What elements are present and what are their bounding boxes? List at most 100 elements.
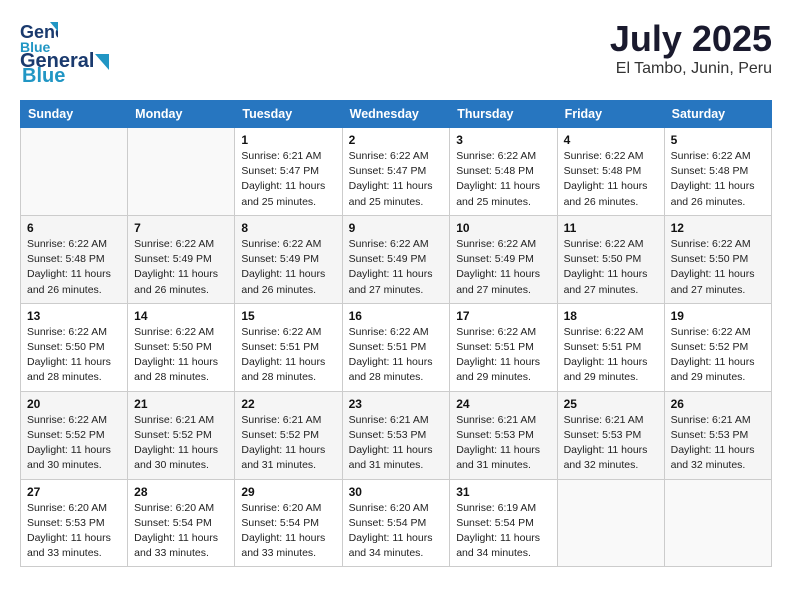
day-number: 26: [671, 397, 765, 411]
calendar-cell: 8 Sunrise: 6:22 AMSunset: 5:49 PMDayligh…: [235, 215, 342, 303]
day-info: Sunrise: 6:22 AMSunset: 5:52 PMDaylight:…: [27, 414, 111, 472]
day-info: Sunrise: 6:22 AMSunset: 5:49 PMDaylight:…: [349, 238, 433, 296]
col-sunday: Sunday: [21, 101, 128, 128]
day-info: Sunrise: 6:21 AMSunset: 5:52 PMDaylight:…: [241, 414, 325, 472]
col-monday: Monday: [128, 101, 235, 128]
page-subtitle: El Tambo, Junin, Peru: [610, 60, 772, 78]
day-number: 28: [134, 485, 228, 499]
day-number: 25: [564, 397, 658, 411]
calendar-cell: 20 Sunrise: 6:22 AMSunset: 5:52 PMDaylig…: [21, 391, 128, 479]
day-number: 2: [349, 133, 444, 147]
calendar-cell: 24 Sunrise: 6:21 AMSunset: 5:53 PMDaylig…: [450, 391, 557, 479]
calendar-cell: 28 Sunrise: 6:20 AMSunset: 5:54 PMDaylig…: [128, 479, 235, 567]
day-info: Sunrise: 6:21 AMSunset: 5:47 PMDaylight:…: [241, 150, 325, 208]
day-info: Sunrise: 6:22 AMSunset: 5:49 PMDaylight:…: [134, 238, 218, 296]
calendar-cell: 17 Sunrise: 6:22 AMSunset: 5:51 PMDaylig…: [450, 303, 557, 391]
calendar-cell: 2 Sunrise: 6:22 AMSunset: 5:47 PMDayligh…: [342, 128, 450, 216]
day-number: 14: [134, 309, 228, 323]
calendar-cell: 27 Sunrise: 6:20 AMSunset: 5:53 PMDaylig…: [21, 479, 128, 567]
day-info: Sunrise: 6:21 AMSunset: 5:53 PMDaylight:…: [456, 414, 540, 472]
day-info: Sunrise: 6:22 AMSunset: 5:51 PMDaylight:…: [349, 326, 433, 384]
day-number: 31: [456, 485, 550, 499]
calendar-cell: 19 Sunrise: 6:22 AMSunset: 5:52 PMDaylig…: [664, 303, 771, 391]
calendar-table: Sunday Monday Tuesday Wednesday Thursday…: [20, 100, 772, 567]
calendar-cell: [128, 128, 235, 216]
calendar-cell: 29 Sunrise: 6:20 AMSunset: 5:54 PMDaylig…: [235, 479, 342, 567]
day-info: Sunrise: 6:21 AMSunset: 5:52 PMDaylight:…: [134, 414, 218, 472]
day-info: Sunrise: 6:20 AMSunset: 5:54 PMDaylight:…: [134, 502, 218, 560]
calendar-header-row: Sunday Monday Tuesday Wednesday Thursday…: [21, 101, 772, 128]
day-number: 16: [349, 309, 444, 323]
logo-triangle-icon: [95, 54, 109, 70]
day-number: 6: [27, 221, 121, 235]
day-number: 13: [27, 309, 121, 323]
calendar-cell: 25 Sunrise: 6:21 AMSunset: 5:53 PMDaylig…: [557, 391, 664, 479]
calendar-week-row: 20 Sunrise: 6:22 AMSunset: 5:52 PMDaylig…: [21, 391, 772, 479]
page: General Blue General Blue July 2025 El T…: [0, 0, 792, 612]
day-number: 29: [241, 485, 335, 499]
day-info: Sunrise: 6:20 AMSunset: 5:54 PMDaylight:…: [349, 502, 433, 560]
calendar-cell: 22 Sunrise: 6:21 AMSunset: 5:52 PMDaylig…: [235, 391, 342, 479]
day-info: Sunrise: 6:22 AMSunset: 5:49 PMDaylight:…: [456, 238, 540, 296]
day-info: Sunrise: 6:22 AMSunset: 5:48 PMDaylight:…: [671, 150, 755, 208]
calendar-cell: [557, 479, 664, 567]
calendar-cell: 6 Sunrise: 6:22 AMSunset: 5:48 PMDayligh…: [21, 215, 128, 303]
day-info: Sunrise: 6:21 AMSunset: 5:53 PMDaylight:…: [564, 414, 648, 472]
logo: General Blue General Blue: [20, 18, 110, 88]
day-number: 12: [671, 221, 765, 235]
calendar-cell: 4 Sunrise: 6:22 AMSunset: 5:48 PMDayligh…: [557, 128, 664, 216]
title-block: July 2025 El Tambo, Junin, Peru: [610, 18, 772, 78]
col-friday: Friday: [557, 101, 664, 128]
day-info: Sunrise: 6:22 AMSunset: 5:49 PMDaylight:…: [241, 238, 325, 296]
day-info: Sunrise: 6:22 AMSunset: 5:51 PMDaylight:…: [241, 326, 325, 384]
day-number: 27: [27, 485, 121, 499]
col-saturday: Saturday: [664, 101, 771, 128]
day-number: 19: [671, 309, 765, 323]
calendar-cell: 15 Sunrise: 6:22 AMSunset: 5:51 PMDaylig…: [235, 303, 342, 391]
day-number: 1: [241, 133, 335, 147]
day-number: 20: [27, 397, 121, 411]
calendar-cell: 14 Sunrise: 6:22 AMSunset: 5:50 PMDaylig…: [128, 303, 235, 391]
col-thursday: Thursday: [450, 101, 557, 128]
calendar-cell: 26 Sunrise: 6:21 AMSunset: 5:53 PMDaylig…: [664, 391, 771, 479]
page-title: July 2025: [610, 18, 772, 60]
day-info: Sunrise: 6:20 AMSunset: 5:54 PMDaylight:…: [241, 502, 325, 560]
day-number: 23: [349, 397, 444, 411]
calendar-week-row: 27 Sunrise: 6:20 AMSunset: 5:53 PMDaylig…: [21, 479, 772, 567]
day-info: Sunrise: 6:22 AMSunset: 5:51 PMDaylight:…: [564, 326, 648, 384]
calendar-cell: 7 Sunrise: 6:22 AMSunset: 5:49 PMDayligh…: [128, 215, 235, 303]
day-info: Sunrise: 6:22 AMSunset: 5:48 PMDaylight:…: [564, 150, 648, 208]
day-number: 11: [564, 221, 658, 235]
calendar-cell: 11 Sunrise: 6:22 AMSunset: 5:50 PMDaylig…: [557, 215, 664, 303]
day-info: Sunrise: 6:19 AMSunset: 5:54 PMDaylight:…: [456, 502, 540, 560]
day-number: 9: [349, 221, 444, 235]
calendar-cell: 18 Sunrise: 6:22 AMSunset: 5:51 PMDaylig…: [557, 303, 664, 391]
day-info: Sunrise: 6:22 AMSunset: 5:51 PMDaylight:…: [456, 326, 540, 384]
day-info: Sunrise: 6:22 AMSunset: 5:48 PMDaylight:…: [456, 150, 540, 208]
day-number: 3: [456, 133, 550, 147]
calendar-cell: 1 Sunrise: 6:21 AMSunset: 5:47 PMDayligh…: [235, 128, 342, 216]
day-number: 8: [241, 221, 335, 235]
calendar-week-row: 13 Sunrise: 6:22 AMSunset: 5:50 PMDaylig…: [21, 303, 772, 391]
calendar-cell: 31 Sunrise: 6:19 AMSunset: 5:54 PMDaylig…: [450, 479, 557, 567]
calendar-cell: [21, 128, 128, 216]
day-number: 7: [134, 221, 228, 235]
day-number: 15: [241, 309, 335, 323]
calendar-cell: 30 Sunrise: 6:20 AMSunset: 5:54 PMDaylig…: [342, 479, 450, 567]
calendar-cell: 9 Sunrise: 6:22 AMSunset: 5:49 PMDayligh…: [342, 215, 450, 303]
day-info: Sunrise: 6:22 AMSunset: 5:52 PMDaylight:…: [671, 326, 755, 384]
day-number: 21: [134, 397, 228, 411]
day-info: Sunrise: 6:22 AMSunset: 5:50 PMDaylight:…: [27, 326, 111, 384]
day-info: Sunrise: 6:21 AMSunset: 5:53 PMDaylight:…: [671, 414, 755, 472]
day-info: Sunrise: 6:21 AMSunset: 5:53 PMDaylight:…: [349, 414, 433, 472]
calendar-week-row: 1 Sunrise: 6:21 AMSunset: 5:47 PMDayligh…: [21, 128, 772, 216]
day-number: 4: [564, 133, 658, 147]
calendar-cell: 3 Sunrise: 6:22 AMSunset: 5:48 PMDayligh…: [450, 128, 557, 216]
day-info: Sunrise: 6:22 AMSunset: 5:47 PMDaylight:…: [349, 150, 433, 208]
calendar-cell: 16 Sunrise: 6:22 AMSunset: 5:51 PMDaylig…: [342, 303, 450, 391]
header: General Blue General Blue July 2025 El T…: [20, 18, 772, 88]
day-info: Sunrise: 6:22 AMSunset: 5:50 PMDaylight:…: [564, 238, 648, 296]
day-number: 30: [349, 485, 444, 499]
day-info: Sunrise: 6:22 AMSunset: 5:50 PMDaylight:…: [671, 238, 755, 296]
calendar-cell: 21 Sunrise: 6:21 AMSunset: 5:52 PMDaylig…: [128, 391, 235, 479]
